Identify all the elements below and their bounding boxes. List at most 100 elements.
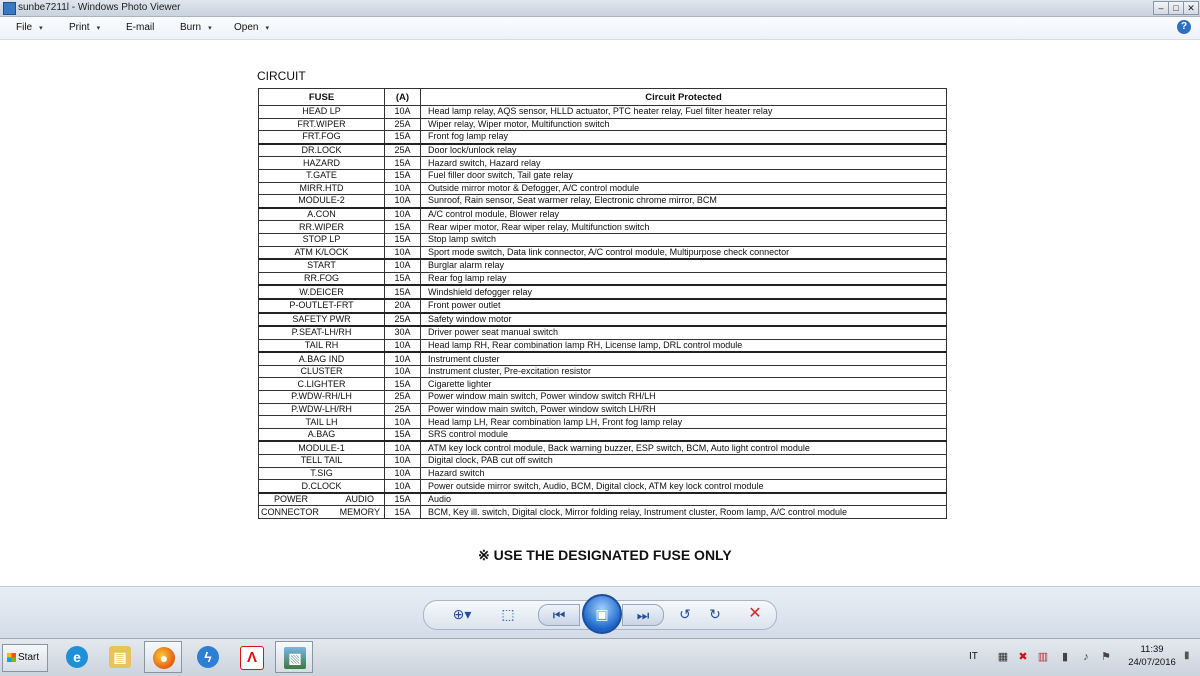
circuit-description: Wiper relay, Wiper motor, Multifunction … <box>420 117 947 132</box>
tray-antivirus-icon[interactable]: ✖ <box>1016 650 1030 664</box>
previous-icon[interactable]: ⏮ <box>538 604 580 626</box>
fuse-amperage: 10A <box>384 364 421 379</box>
power-connector-labels: POWER AUDIO <box>260 494 384 505</box>
table-row: DR.LOCK 25A Door lock/unlock relay <box>258 142 947 158</box>
menu-open[interactable]: Open ▾ <box>234 22 269 33</box>
table-row: P.WDW-LH/RH 25A Power window main switch, … <box>258 402 947 417</box>
taskbar-photo-viewer[interactable]: ▧ <box>275 641 313 673</box>
close-button[interactable]: ✕ <box>1183 1 1199 15</box>
table-row: T.SIG 10A Hazard switch <box>258 466 947 481</box>
folder-icon: ▤ <box>109 646 131 668</box>
taskbar-thunderbird[interactable]: ϟ <box>189 641 227 673</box>
fuse-amperage: 25A <box>384 142 421 158</box>
power-connector-sub-label: MEMORY <box>339 506 380 517</box>
menu-file[interactable]: File ▾ <box>16 22 43 33</box>
fuse-name: CLUSTER <box>258 364 385 379</box>
circuit-description: Door lock/unlock relay <box>420 142 947 158</box>
circuit-description: Power outside mirror switch, Audio, BCM,… <box>420 479 947 494</box>
show-desktop-button[interactable]: ▮ <box>1184 650 1190 661</box>
menu-burn[interactable]: Burn ▾ <box>180 22 212 33</box>
fuse-name: TAIL LH <box>258 415 385 429</box>
fuse-name: RR.WIPER <box>258 220 385 234</box>
fuse-warning-note: ※ USE THE DESIGNATED FUSE ONLY <box>478 547 732 563</box>
clock-date: 24/07/2016 <box>1128 657 1176 668</box>
table-row: POWER AUDIO 15A Audio <box>258 491 947 507</box>
help-icon[interactable]: ? <box>1177 20 1191 34</box>
circuit-description: Stop lamp switch <box>420 232 947 247</box>
actual-size-icon[interactable]: ⬚ <box>496 602 520 626</box>
circuit-description: Rear wiper motor, Rear wiper relay, Mult… <box>420 220 947 234</box>
fuse-name: P.SEAT-LH/RH <box>258 325 385 340</box>
document-heading: CIRCUIT <box>257 69 306 83</box>
fuse-name: TAIL RH <box>258 338 385 353</box>
tray-app-icon[interactable]: ▥ <box>1036 650 1050 664</box>
menu-print[interactable]: Print ▾ <box>69 22 100 33</box>
table-row: FRT.WIPER 25A Wiper relay, Wiper motor, Mu… <box>258 117 947 132</box>
fuse-name: D.CLOCK <box>258 479 385 494</box>
taskbar-avira[interactable]: Λ <box>232 641 270 673</box>
fuse-amperage: 10A <box>384 258 421 273</box>
power-connector-sub-label: AUDIO <box>345 494 374 505</box>
clock-time: 11:39 <box>1140 644 1164 655</box>
table-row: ATM K/LOCK 10A Sport mode switch, Data lin… <box>258 245 947 260</box>
fuse-amperage: 15A <box>384 168 421 183</box>
column-header-fuse: FUSE <box>258 88 385 106</box>
taskbar-firefox[interactable]: ● <box>144 641 182 673</box>
chevron-down-icon: ▾ <box>208 25 212 32</box>
tray-network-monitor-icon[interactable]: ▦ <box>996 650 1010 664</box>
circuit-description: Burglar alarm relay <box>420 258 947 273</box>
rotate-ccw-icon[interactable]: ↺ <box>673 602 697 626</box>
fuse-name: SAFETY PWR <box>258 311 385 327</box>
circuit-description: Head lamp relay, AQS sensor, HLLD actuat… <box>420 105 947 119</box>
taskbar-file-explorer[interactable]: ▤ <box>101 641 139 673</box>
menu-email[interactable]: E-mail <box>126 22 154 33</box>
start-button[interactable]: Start <box>2 644 48 672</box>
taskbar-internet-explorer[interactable]: e <box>58 641 96 673</box>
fuse-name: P-OUTLET-FRT <box>258 297 385 313</box>
table-row: HEAD LP 10A Head lamp relay, AQS sensor, H… <box>258 105 947 119</box>
slideshow-icon[interactable]: ▣ <box>582 594 622 634</box>
fuse-amperage: 10A <box>384 245 421 260</box>
power-label: POWER <box>274 494 309 505</box>
fuse-name: P.WDW-LH/RH <box>258 402 385 417</box>
circuit-description: BCM, Key ill. switch, Digital clock, Mir… <box>420 505 947 519</box>
fuse-amperage: 10A <box>384 105 421 119</box>
fuse-name: T.SIG <box>258 466 385 481</box>
signal-strength-icon[interactable]: ▮ <box>1058 650 1072 664</box>
rotate-cw-icon[interactable]: ↻ <box>703 602 727 626</box>
fuse-amperage: 25A <box>384 402 421 417</box>
system-clock[interactable]: 11:39 24/07/2016 <box>1124 643 1180 669</box>
menu-open-label: Open <box>234 22 259 33</box>
photo-viewer-taskbar-icon: ▧ <box>284 647 306 669</box>
fuse-amperage: 25A <box>384 117 421 132</box>
next-icon[interactable]: ⏭ <box>622 604 664 626</box>
maximize-button[interactable]: □ <box>1168 1 1184 15</box>
table-row: SAFETY PWR 25A Safety window motor <box>258 311 947 327</box>
windows-logo-icon <box>7 652 16 662</box>
circuit-description: Hazard switch, Hazard relay <box>420 156 947 170</box>
action-center-flag-icon[interactable]: ⚑ <box>1099 650 1113 664</box>
internet-explorer-icon: e <box>66 646 88 668</box>
table-row: P-OUTLET-FRT 20A Front power outlet <box>258 297 947 313</box>
fuse-amperage: 15A <box>384 284 421 300</box>
fuse-amperage: 10A <box>384 440 421 456</box>
circuit-description: Instrument cluster, Pre-excitation resis… <box>420 364 947 379</box>
fuse-amperage: 10A <box>384 194 421 209</box>
table-row: A.BAG IND 10A Instrument cluster <box>258 351 947 366</box>
window-title: sunbe7211l - Windows Photo Viewer <box>18 2 181 13</box>
table-row: A.CON 10A A/C control module, Blower relay <box>258 206 947 222</box>
fuse-name: ATM K/LOCK <box>258 245 385 260</box>
table-row: W.DEICER 15A Windshield defogger relay <box>258 284 947 300</box>
delete-icon[interactable]: ✕ <box>743 602 767 626</box>
fuse-name: MIRR.HTD <box>258 181 385 196</box>
fuse-amperage: 15A <box>384 505 421 519</box>
minimize-button[interactable]: – <box>1153 1 1169 15</box>
fuse-name: A.BAG IND <box>258 351 385 366</box>
power-connector-cell: POWER AUDIO <box>258 491 385 507</box>
language-indicator[interactable]: IT <box>969 651 978 662</box>
fuse-name: A.BAG <box>258 427 385 442</box>
volume-icon[interactable]: ♪ <box>1079 650 1093 664</box>
circuit-description: Front fog lamp relay <box>420 130 947 145</box>
zoom-icon[interactable]: ⊕▾ <box>450 602 474 626</box>
table-row: CLUSTER 10A Instrument cluster, Pre-excita… <box>258 364 947 379</box>
